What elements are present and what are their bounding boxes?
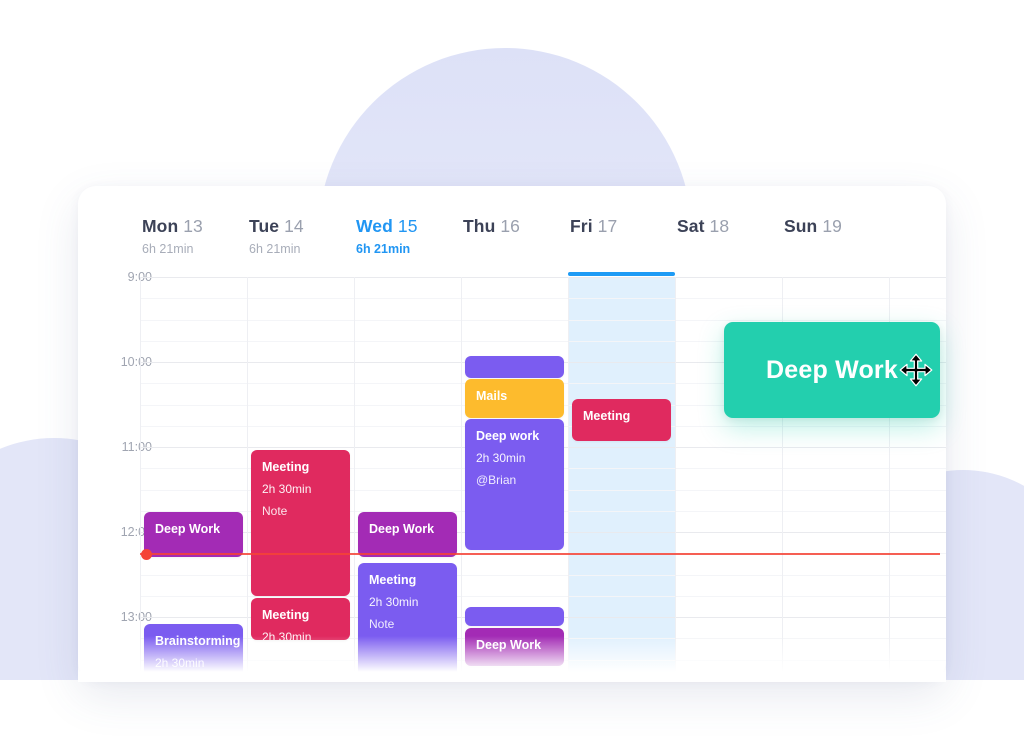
screenshot-root: 9:0010:0011:0012:0013:00 Mon 136h 21minT… — [0, 0, 1024, 752]
calendar-event[interactable] — [465, 607, 564, 626]
event-title: Deep Work — [476, 638, 542, 652]
event-duration: 2h 30min — [476, 450, 526, 465]
day-number: 13 — [178, 216, 203, 236]
column-divider — [568, 277, 569, 680]
calendar-event[interactable]: Deep Work — [465, 628, 564, 666]
day-name: Tue — [249, 216, 280, 236]
day-header-sun[interactable]: Sun 19 — [784, 216, 891, 237]
calendar-card: 9:0010:0011:0012:0013:00 Mon 136h 21minT… — [78, 186, 946, 680]
subhour-gridline — [140, 319, 946, 321]
event-duration: 2h 30min — [155, 655, 205, 670]
calendar-event[interactable]: Meeting — [572, 399, 671, 441]
calendar-event[interactable]: Mails — [465, 379, 564, 418]
column-divider — [247, 277, 248, 680]
subhour-gridline — [140, 298, 946, 300]
day-name: Sat — [677, 216, 705, 236]
day-name: Sun — [784, 216, 818, 236]
event-duration: 2h 30min — [369, 594, 419, 609]
selected-day-column-highlight — [568, 277, 675, 680]
day-total-duration: 6h 21min — [249, 242, 301, 256]
day-name: Mon — [142, 216, 179, 236]
event-title: Meeting — [262, 460, 310, 474]
column-divider — [461, 277, 462, 680]
day-header-fri[interactable]: Fri 17 — [570, 216, 677, 237]
background-white-cover — [0, 680, 1024, 752]
selected-day-indicator-bar — [568, 272, 675, 276]
calendar-event[interactable]: Deep Work — [358, 512, 457, 557]
day-name: Thu — [463, 216, 496, 236]
column-divider — [675, 277, 676, 680]
day-header-tue[interactable]: Tue 14 6h 21min — [249, 216, 356, 256]
move-cursor-icon — [899, 353, 933, 387]
column-divider — [354, 277, 355, 680]
event-duration: 2h 30min — [262, 481, 312, 496]
event-note: Note — [262, 504, 288, 519]
day-total-duration: 6h 21min — [356, 242, 411, 256]
day-header-sat[interactable]: Sat 18 — [677, 216, 784, 237]
calendar-event[interactable]: Meeting 2h 30min — [251, 598, 350, 640]
hour-gridline — [140, 277, 946, 278]
event-title: Mails — [476, 389, 508, 403]
event-title: Deep Work — [155, 522, 221, 536]
calendar-event[interactable] — [465, 356, 564, 378]
day-name: Fri — [570, 216, 593, 236]
day-number: 16 — [495, 216, 521, 236]
day-number: 14 — [279, 216, 304, 236]
event-title: Brainstorming — [155, 634, 241, 648]
calendar-event[interactable]: Brainstorming 2h 30min Note — [144, 624, 243, 680]
event-duration: 2h 30min — [262, 629, 312, 640]
day-number: 15 — [392, 216, 418, 236]
day-name: Wed — [356, 216, 393, 236]
current-time-dot — [141, 548, 152, 560]
event-title: Meeting — [583, 409, 631, 423]
day-header-thu[interactable]: Thu 16 — [463, 216, 570, 237]
day-header-mon[interactable]: Mon 13 6h 21min — [142, 216, 249, 256]
day-total-duration: 6h 21min — [142, 242, 194, 256]
day-header-wed[interactable]: Wed 15 6h 21min — [356, 216, 463, 256]
event-title: Deep Work — [369, 522, 435, 536]
event-title: Meeting — [262, 608, 310, 622]
event-title: Deep work — [476, 429, 540, 443]
calendar-event[interactable]: Deep work 2h 30min @Brian — [465, 419, 564, 550]
calendar-event[interactable]: Meeting 2h 30min Note — [251, 450, 350, 596]
day-number: 18 — [704, 216, 730, 236]
event-note: @Brian — [476, 473, 517, 488]
calendar-event[interactable]: Meeting 2h 30min Note — [358, 563, 457, 680]
calendar-event[interactable]: Deep Work — [144, 512, 243, 557]
event-note: Note — [369, 617, 395, 632]
day-number: 19 — [817, 216, 842, 236]
event-note: Note — [155, 676, 232, 680]
event-title: Meeting — [369, 573, 417, 587]
column-divider — [140, 277, 141, 680]
dragged-event-title: Deep Work — [766, 355, 898, 384]
day-number: 17 — [592, 216, 618, 236]
current-time-line — [140, 553, 940, 555]
